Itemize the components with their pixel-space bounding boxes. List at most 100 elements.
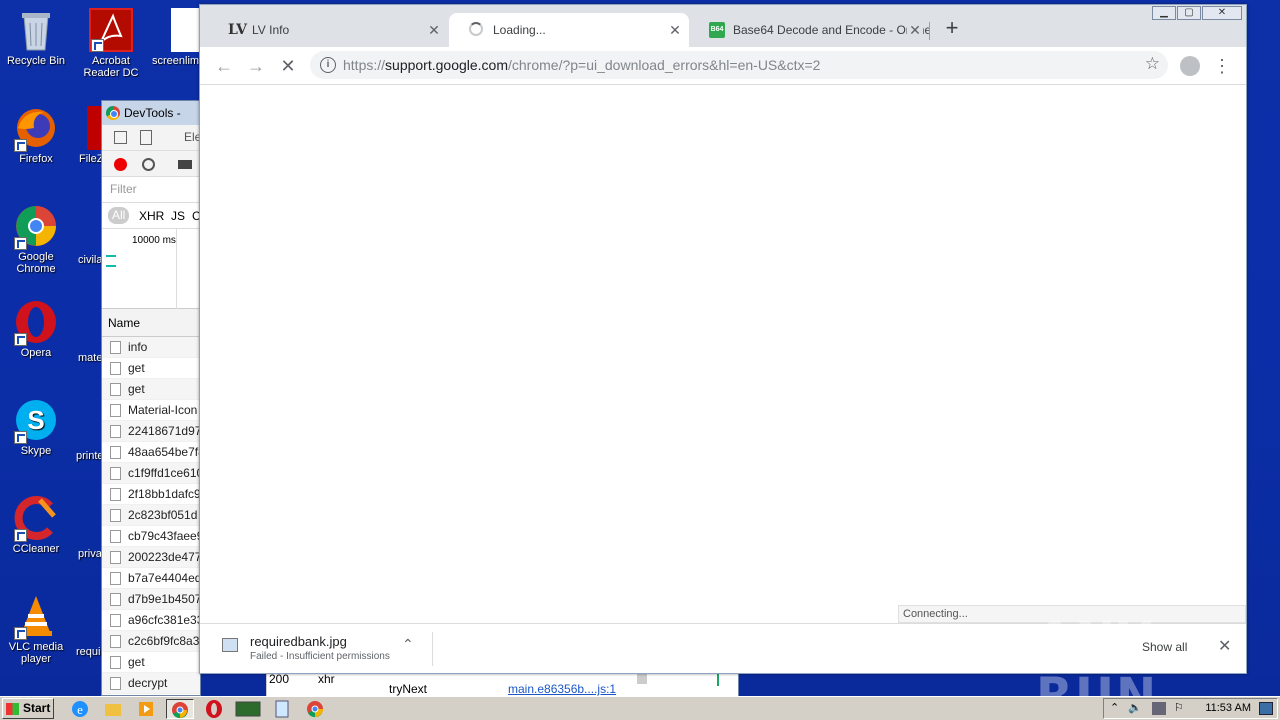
request-name: get bbox=[128, 655, 145, 669]
desktop-icon-vlc[interactable]: VLC media player bbox=[0, 594, 72, 665]
volume-icon[interactable]: 🔈 bbox=[1128, 699, 1142, 718]
request-name: get bbox=[128, 382, 145, 396]
filter-type-xhr[interactable]: XHR bbox=[139, 209, 164, 223]
desktop-icon-ccleaner[interactable]: CCleaner bbox=[0, 496, 72, 555]
filter-type-all[interactable]: All bbox=[108, 207, 130, 224]
clear-icon[interactable] bbox=[142, 158, 155, 171]
request-name: decrypt bbox=[128, 676, 168, 690]
request-row[interactable]: 2f18bb1dafc9 bbox=[102, 484, 200, 505]
stop-button[interactable]: ✕ bbox=[274, 52, 302, 80]
recycle-bin-icon bbox=[14, 8, 58, 52]
chrome-icon bbox=[14, 204, 58, 250]
inspect-element-icon[interactable] bbox=[114, 131, 127, 144]
request-row[interactable]: info bbox=[102, 337, 200, 358]
close-tab-icon[interactable]: ✕ bbox=[667, 13, 683, 47]
name-column-header[interactable]: Name bbox=[102, 309, 200, 337]
windows-flag-icon bbox=[6, 703, 19, 715]
filter-type-js[interactable]: JS bbox=[171, 209, 185, 223]
desktop-icon-acrobat[interactable]: Acrobat Reader DC bbox=[75, 8, 147, 79]
terminal-icon[interactable] bbox=[234, 699, 264, 719]
filter-input[interactable]: Filter bbox=[110, 182, 137, 196]
show-desktop-icon[interactable] bbox=[1259, 702, 1273, 715]
close-window-button[interactable]: ✕ bbox=[1202, 6, 1242, 20]
devtools-window: DevTools - l55y Ele Filter All XHR JS C … bbox=[101, 100, 201, 696]
desktop-icon-google-chrome[interactable]: Google Chrome bbox=[0, 204, 72, 275]
request-row[interactable]: get bbox=[102, 379, 200, 400]
desktop-icon-label: Recycle Bin bbox=[6, 55, 66, 67]
tab-title: Loading... bbox=[493, 23, 546, 37]
file-icon bbox=[110, 488, 121, 501]
file-icon bbox=[110, 635, 121, 648]
close-tab-icon[interactable]: ✕ bbox=[907, 13, 923, 47]
file-icon bbox=[110, 530, 121, 543]
start-button[interactable]: Start bbox=[2, 698, 54, 719]
initiator-link[interactable]: main.e86356b....js:1 bbox=[508, 682, 616, 696]
new-tab-button[interactable]: + bbox=[940, 17, 964, 41]
close-tab-icon[interactable]: ✕ bbox=[426, 13, 442, 47]
back-button[interactable]: ← bbox=[210, 52, 238, 80]
flag-icon[interactable]: ⚐ bbox=[1174, 699, 1184, 718]
maximize-button[interactable]: ▢ bbox=[1177, 6, 1201, 20]
file-icon bbox=[110, 446, 121, 459]
system-tray: ⌃ 🔈 ⚐ 11:53 AM bbox=[1103, 698, 1278, 719]
lv-logo-icon: LV bbox=[228, 22, 248, 38]
request-row[interactable]: 2c823bf051d bbox=[102, 505, 200, 526]
request-name: 22418671d97 bbox=[128, 424, 200, 438]
desktop-icon-firefox[interactable]: Firefox bbox=[0, 106, 72, 165]
download-separator bbox=[432, 632, 433, 666]
request-row[interactable]: c1f9ffd1ce610 bbox=[102, 463, 200, 484]
devtools-bottom-strip: 200 xhr tryNext main.e86356b....js:1 bbox=[266, 672, 739, 696]
request-row[interactable]: get bbox=[102, 358, 200, 379]
desktop-icon-skype[interactable]: S Skype bbox=[0, 398, 72, 457]
tab-lv-info[interactable]: LV LV Info ✕ bbox=[208, 13, 448, 47]
request-name: 2c823bf051d bbox=[128, 508, 198, 522]
request-row[interactable]: 22418671d97 bbox=[102, 421, 200, 442]
file-icon bbox=[110, 383, 121, 396]
profile-avatar-icon[interactable] bbox=[1180, 56, 1200, 76]
request-row[interactable]: Material-Icon bbox=[102, 400, 200, 421]
bookmark-star-icon[interactable]: ☆ bbox=[1145, 54, 1160, 74]
file-icon bbox=[110, 572, 121, 585]
desktop-icon-opera[interactable]: Opera bbox=[0, 300, 72, 359]
taskbar-chrome-button[interactable] bbox=[166, 699, 194, 719]
media-player-icon[interactable] bbox=[136, 699, 158, 719]
shortcut-arrow-icon bbox=[14, 333, 27, 346]
request-row[interactable]: cb79c43faee9 bbox=[102, 526, 200, 547]
request-row[interactable]: d7b9e1b4507 bbox=[102, 589, 200, 610]
explorer-folder-icon[interactable] bbox=[103, 699, 125, 719]
record-icon[interactable] bbox=[114, 158, 127, 171]
device-toolbar-icon[interactable] bbox=[140, 130, 152, 145]
network-icon[interactable] bbox=[1152, 702, 1166, 715]
chevron-up-icon[interactable]: ⌃ bbox=[402, 636, 414, 653]
screenshot-icon[interactable] bbox=[178, 160, 192, 169]
scrollbar-thumb[interactable] bbox=[637, 674, 647, 684]
request-row[interactable]: c2c6bf9fc8a3 bbox=[102, 631, 200, 652]
tray-expand-icon[interactable]: ⌃ bbox=[1110, 699, 1119, 718]
chrome-taskbar-icon[interactable] bbox=[305, 699, 327, 719]
ie-icon[interactable]: e bbox=[70, 699, 92, 719]
opera-taskbar-icon[interactable] bbox=[204, 699, 226, 719]
request-row[interactable]: b7a7e4404ed bbox=[102, 568, 200, 589]
opera-icon bbox=[14, 300, 58, 346]
request-row[interactable]: decrypt bbox=[102, 673, 200, 694]
request-row[interactable]: get bbox=[102, 652, 200, 673]
request-row[interactable]: 48aa654be7f8 bbox=[102, 442, 200, 463]
menu-kebab-icon[interactable]: ⋮ bbox=[1208, 52, 1236, 80]
download-item[interactable]: requiredbank.jpg Failed - Insufficient p… bbox=[210, 630, 432, 668]
devtools-titlebar[interactable]: DevTools - l55y bbox=[102, 101, 200, 144]
notepad-icon[interactable] bbox=[272, 699, 294, 719]
site-info-icon[interactable]: i bbox=[320, 57, 336, 73]
request-row[interactable]: a96cfc381e33 bbox=[102, 610, 200, 631]
address-bar[interactable]: i https://support.google.com/chrome/?p=u… bbox=[310, 51, 1168, 79]
shortcut-arrow-icon bbox=[14, 529, 27, 542]
page-viewport[interactable] bbox=[200, 85, 1246, 623]
request-row[interactable]: 200223de477 bbox=[102, 547, 200, 568]
desktop-icon-recycle-bin[interactable]: Recycle Bin bbox=[0, 8, 72, 67]
tab-base64[interactable]: B64 Base64 Decode and Encode - Online ✕ bbox=[689, 13, 929, 47]
forward-button[interactable]: → bbox=[242, 52, 270, 80]
shortcut-arrow-icon bbox=[14, 237, 27, 250]
request-name: c2c6bf9fc8a3 bbox=[128, 634, 200, 648]
initiator-cell: tryNext bbox=[389, 682, 428, 696]
tab-loading[interactable]: Loading... ✕ bbox=[449, 13, 689, 47]
minimize-button[interactable]: ▁ bbox=[1152, 6, 1176, 20]
